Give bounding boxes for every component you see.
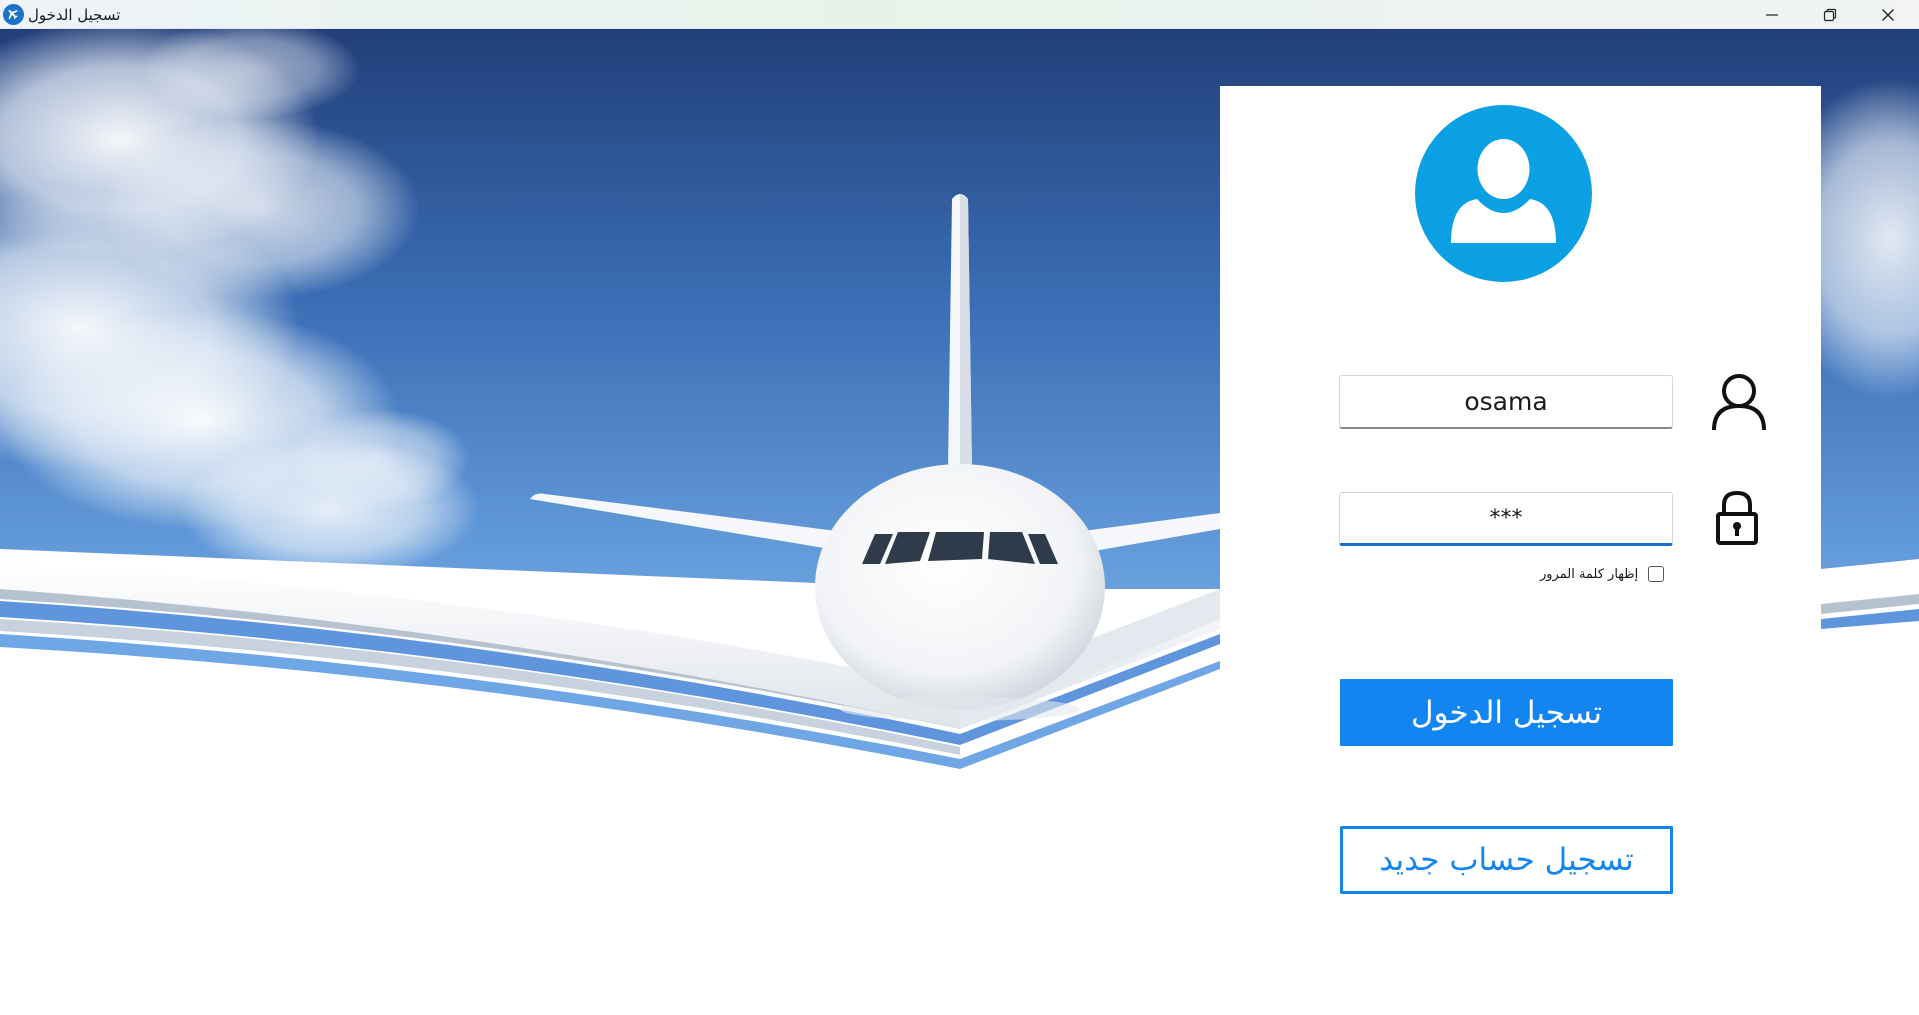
restore-icon: [1823, 8, 1837, 21]
show-password-checkbox[interactable]: [1648, 566, 1665, 582]
user-avatar-icon: [1451, 139, 1556, 243]
title-bar: تسجيل الدخول: [0, 0, 1919, 29]
close-icon: [1882, 8, 1894, 21]
username-input[interactable]: [1339, 375, 1673, 429]
airplane-app-icon: [3, 4, 24, 25]
minimize-icon: [1766, 13, 1778, 16]
window-title: تسجيل الدخول: [28, 6, 121, 24]
login-button[interactable]: تسجيل الدخول: [1340, 679, 1673, 746]
minimize-button[interactable]: [1743, 0, 1801, 29]
login-window: تسجيل الدخول osama *** إظهار كلمة المرور…: [0, 0, 1919, 1015]
lock-icon: [1716, 490, 1758, 545]
show-password-label: إظهار كلمة المرور: [1540, 566, 1639, 582]
user-icon: [1712, 374, 1766, 431]
restore-button[interactable]: [1801, 0, 1859, 29]
close-button[interactable]: [1859, 0, 1917, 29]
show-password-toggle[interactable]: إظهار كلمة المرور: [1540, 563, 1680, 585]
password-input[interactable]: [1339, 492, 1673, 546]
register-button[interactable]: تسجيل حساب جديد: [1340, 826, 1673, 894]
avatar: [1415, 105, 1592, 282]
